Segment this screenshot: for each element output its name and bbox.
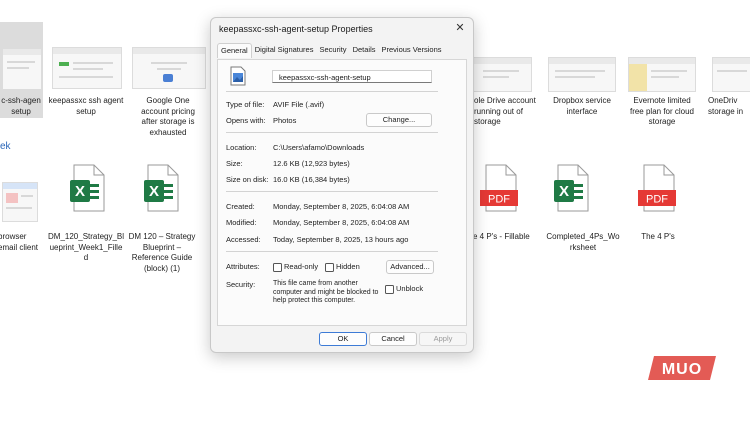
- location-label: Location:: [226, 143, 257, 152]
- file-name-label[interactable]: Google One account pricing after storage…: [130, 96, 206, 138]
- unblock-label: Unblock: [396, 284, 424, 293]
- muo-logo: MUO: [648, 356, 716, 380]
- file-name-label[interactable]: Evernote limited free plan for cloud sto…: [624, 96, 700, 128]
- file-name-label[interactable]: Completed_4Ps_Wo rksheet: [538, 232, 628, 253]
- excel-icon-letter: X: [149, 183, 159, 200]
- attributes-label: Attributes:: [226, 262, 260, 271]
- tab-details[interactable]: Details: [350, 43, 379, 58]
- file-name-label[interactable]: The 4 P's: [620, 232, 696, 243]
- dialog-title: keepassxc-ssh-agent-setup Properties: [219, 24, 373, 34]
- apply-button[interactable]: Apply: [419, 332, 467, 346]
- section-header: ek: [0, 141, 11, 152]
- created-label: Created:: [226, 202, 255, 211]
- ok-button[interactable]: OK: [319, 332, 367, 346]
- file-name-label[interactable]: keepassxc ssh agent setup: [48, 96, 124, 117]
- excel-file-icon[interactable]: X: [552, 164, 590, 212]
- hidden-checkbox[interactable]: [325, 263, 334, 272]
- accessed-value: Today, September 8, 2025, 13 hours ago: [273, 235, 409, 244]
- cancel-button[interactable]: Cancel: [369, 332, 417, 346]
- read-only-label: Read-only: [284, 262, 319, 271]
- file-name-label[interactable]: DM_120_Strategy_Bl ueprint_Week1_Fille d: [48, 232, 124, 264]
- size-on-disk-value: 16.0 KB (16,384 bytes): [273, 175, 350, 184]
- thumbnail-image[interactable]: [2, 182, 38, 222]
- pdf-file-icon[interactable]: PDF: [638, 164, 676, 212]
- size-on-disk-label: Size on disk:: [226, 175, 269, 184]
- type-of-file-label: Type of file:: [226, 100, 265, 109]
- security-warning-text: This file came from another computer and…: [273, 280, 379, 304]
- read-only-checkbox[interactable]: [273, 263, 282, 272]
- created-value: Monday, September 8, 2025, 6:04:08 AM: [273, 202, 410, 211]
- thumbnail-image[interactable]: [132, 47, 206, 89]
- file-name-label[interactable]: DM 120 – Strategy Blueprint – Reference …: [124, 232, 200, 274]
- type-of-file-value: AVIF File (.avif): [273, 100, 325, 109]
- excel-file-icon[interactable]: X: [142, 164, 180, 212]
- thumbnail-image[interactable]: [712, 57, 750, 92]
- pdf-icon-text: PDF: [646, 194, 668, 206]
- tab-general[interactable]: General: [217, 43, 252, 58]
- hidden-label: Hidden: [336, 262, 360, 271]
- change-button[interactable]: Change...: [366, 113, 432, 127]
- size-value: 12.6 KB (12,923 bytes): [273, 159, 350, 168]
- file-name-field[interactable]: keepassxc-ssh-agent-setup: [272, 70, 432, 83]
- tab-previous-versions[interactable]: Previous Versions: [379, 43, 445, 58]
- tab-digital-signatures[interactable]: Digital Signatures: [252, 43, 317, 58]
- file-name-label[interactable]: OneDriv storage in: [708, 96, 750, 117]
- thumbnail-image[interactable]: [2, 48, 42, 90]
- close-icon[interactable]: ✕: [453, 21, 467, 35]
- opens-with-value: Photos: [273, 116, 297, 125]
- file-name-label[interactable]: ole Drive account running out of storage: [474, 96, 540, 128]
- file-name-label[interactable]: browser email client: [0, 232, 40, 253]
- opens-with-label: Opens with:: [226, 116, 266, 125]
- modified-label: Modified:: [226, 218, 257, 227]
- unblock-checkbox[interactable]: [385, 285, 394, 294]
- advanced-button[interactable]: Advanced...: [386, 260, 434, 274]
- file-name-label[interactable]: e 4 P's - Fillable: [473, 232, 539, 243]
- excel-icon-letter: X: [75, 183, 85, 200]
- accessed-label: Accessed:: [226, 235, 261, 244]
- properties-dialog: keepassxc-ssh-agent-setup Properties ✕ G…: [210, 17, 474, 353]
- thumbnail-image[interactable]: [548, 57, 616, 92]
- thumbnail-image[interactable]: [52, 47, 122, 89]
- excel-file-icon[interactable]: X: [68, 164, 106, 212]
- muo-logo-text: MUO: [662, 361, 702, 378]
- modified-value: Monday, September 8, 2025, 6:04:08 AM: [273, 218, 410, 227]
- avif-file-icon: [230, 66, 246, 86]
- size-label: Size:: [226, 159, 243, 168]
- security-label: Security:: [226, 280, 256, 289]
- excel-icon-letter: X: [559, 183, 569, 200]
- location-value: C:\Users\afamo\Downloads: [273, 143, 365, 152]
- thumbnail-image[interactable]: [472, 57, 532, 92]
- pdf-icon-text: PDF: [488, 194, 510, 206]
- tab-security[interactable]: Security: [316, 43, 349, 58]
- pdf-file-icon[interactable]: PDF: [480, 164, 518, 212]
- file-name-label[interactable]: Dropbox service interface: [544, 96, 620, 117]
- tab-strip: General Digital Signatures Security Deta…: [217, 43, 445, 58]
- general-panel: keepassxc-ssh-agent-setup Type of file: …: [217, 59, 467, 326]
- thumbnail-image[interactable]: [628, 57, 696, 92]
